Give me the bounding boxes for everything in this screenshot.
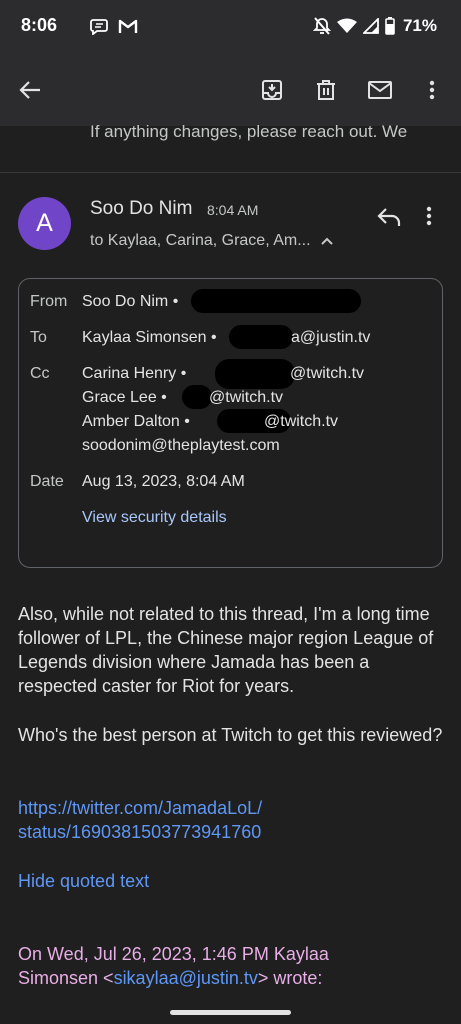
signal-icon [362, 18, 379, 34]
more-vert-icon [429, 80, 435, 100]
mail-icon [368, 81, 392, 99]
to-email-tail[interactable]: a@justin.tv [291, 329, 370, 347]
from-value[interactable]: Soo Do Nim • [82, 293, 178, 311]
archive-icon [262, 80, 282, 100]
status-time: 8:06 [21, 15, 58, 35]
cc-label: Cc [30, 365, 50, 382]
back-button[interactable] [16, 76, 44, 104]
sender-avatar[interactable]: A [18, 197, 71, 250]
back-arrow-icon [19, 81, 40, 99]
battery-icon [385, 17, 395, 35]
redaction-mark [191, 289, 361, 313]
mute-icon [312, 17, 331, 35]
message-more-button[interactable] [426, 206, 446, 234]
from-label: From [30, 293, 68, 310]
system-icons: 71% [312, 16, 437, 36]
message-divider [0, 172, 461, 173]
to-label: To [30, 329, 47, 346]
tweet-link-line: https://twitter.com/JamadaLoL/ [18, 798, 263, 818]
reply-icon [377, 208, 401, 226]
redaction-mark [215, 359, 295, 389]
tweet-link-line: status/1690381503773941760 [18, 822, 262, 842]
cc-email-tail[interactable]: @twitch.tv [264, 413, 338, 431]
recipients-summary[interactable]: to Kaylaa, Carina, Grace, Am... [90, 232, 333, 250]
gesture-nav-handle[interactable] [170, 1010, 291, 1015]
cc-name[interactable]: Grace Lee • [82, 389, 167, 407]
notification-icons [90, 17, 138, 35]
body-paragraph: Who's the best person at Twitch to get t… [18, 725, 443, 745]
previous-message-snippet[interactable]: If anything changes, please reach out. W… [90, 122, 407, 142]
date-value: Aug 13, 2023, 8:04 AM [82, 473, 245, 490]
tweet-link[interactable]: https://twitter.com/JamadaLoL/ status/16… [18, 796, 443, 844]
wifi-icon [336, 18, 357, 33]
mark-unread-button[interactable] [366, 76, 394, 104]
hide-quoted-text-link[interactable]: Hide quoted text [18, 869, 443, 893]
archive-button[interactable] [258, 76, 286, 104]
cc-email-tail[interactable]: @twitch.tv [209, 389, 283, 407]
delete-icon [317, 80, 335, 100]
message-details-card: From Soo Do Nim • To Kaylaa Simonsen • a… [18, 278, 443, 568]
date-label: Date [30, 473, 64, 490]
view-security-details-link[interactable]: View security details [82, 509, 227, 527]
to-value[interactable]: Kaylaa Simonsen • [82, 329, 217, 347]
chevron-up-icon [321, 237, 333, 245]
gmail-icon [118, 19, 138, 33]
quote-header-text: Simonsen < [18, 968, 114, 988]
quote-email-link[interactable]: sikaylaa@justin.tv [114, 968, 258, 988]
cc-name[interactable]: Carina Henry • [82, 365, 186, 383]
more-vert-icon [426, 206, 432, 226]
redaction-mark [229, 325, 293, 349]
quote-header: Simonsen <sikaylaa@justin.tv> wrote: [18, 966, 443, 990]
quote-header-text: > wrote: [257, 968, 323, 988]
status-bar: 8:06 71% [0, 0, 461, 54]
cc-name[interactable]: Amber Dalton • [82, 413, 190, 431]
chat-bubble-icon [90, 19, 108, 35]
message-toolbar [0, 54, 461, 126]
quote-header: On Wed, Jul 26, 2023, 1:46 PM Kaylaa [18, 944, 329, 964]
body-paragraph: Also, while not related to this thread, … [18, 604, 434, 696]
cc-email-tail[interactable]: @twitch.tv [290, 365, 364, 383]
message-time: 8:04 AM [207, 202, 259, 218]
reply-button[interactable] [376, 206, 404, 234]
more-options-button[interactable] [418, 76, 446, 104]
battery-percent: 71% [402, 16, 437, 35]
recipients-text: to Kaylaa, Carina, Grace, Am... [90, 232, 311, 249]
redaction-mark [182, 385, 212, 409]
cc-extra-email[interactable]: soodonim@theplaytest.com [82, 437, 280, 455]
sender-name[interactable]: Soo Do Nim [90, 198, 192, 220]
delete-button[interactable] [312, 76, 340, 104]
